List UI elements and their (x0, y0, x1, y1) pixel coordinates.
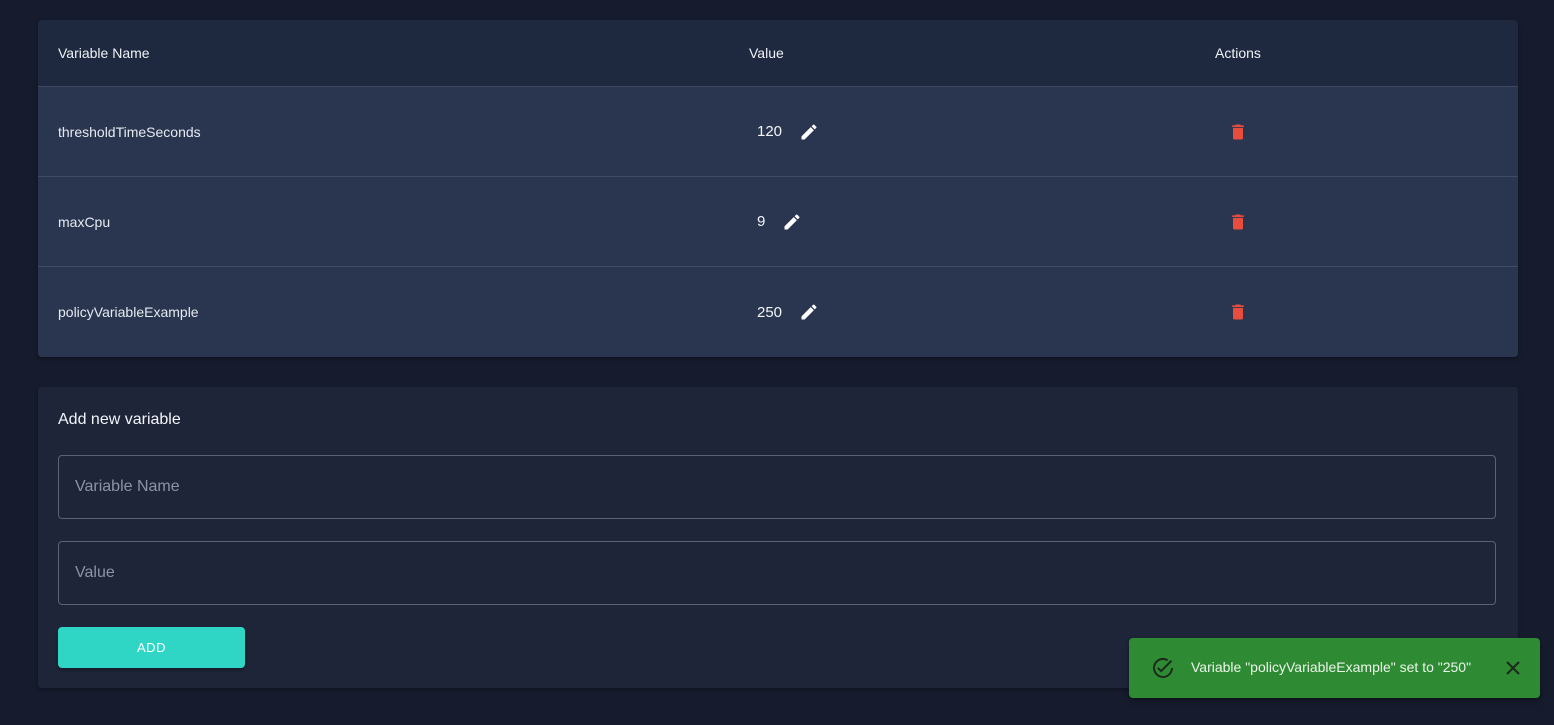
variable-name-cell: policyVariableExample (58, 304, 199, 320)
add-button[interactable]: ADD (58, 627, 245, 668)
variable-name-input[interactable] (58, 455, 1496, 519)
variable-value-cell: 120 (757, 121, 820, 143)
table-row: thresholdTimeSeconds 120 (38, 87, 1518, 177)
header-value: Value (749, 45, 784, 61)
check-circle-icon (1151, 656, 1175, 680)
trash-icon[interactable] (1227, 301, 1249, 323)
trash-icon[interactable] (1227, 211, 1249, 233)
pencil-icon[interactable] (798, 301, 820, 323)
variable-value: 9 (757, 213, 766, 230)
variable-value-input[interactable] (58, 541, 1496, 605)
table-row: policyVariableExample 250 (38, 267, 1518, 357)
header-variable-name: Variable Name (58, 45, 150, 61)
variable-name-cell: maxCpu (58, 213, 111, 230)
header-actions: Actions (1215, 45, 1261, 61)
success-toast: Variable "policyVariableExample" set to … (1129, 638, 1540, 698)
trash-icon[interactable] (1227, 121, 1249, 143)
table-header: Variable Name Value Actions (38, 20, 1518, 87)
toast-message: Variable "policyVariableExample" set to … (1191, 659, 1472, 675)
pencil-icon[interactable] (798, 121, 820, 143)
variables-table: Variable Name Value Actions thresholdTim… (38, 20, 1518, 357)
add-variable-title: Add new variable (58, 411, 181, 428)
pencil-icon[interactable] (781, 211, 803, 233)
close-icon[interactable] (1502, 657, 1524, 679)
variable-value: 120 (757, 123, 783, 140)
variable-value-cell: 9 (757, 211, 803, 233)
variable-name-cell: thresholdTimeSeconds (58, 123, 201, 140)
variable-value-cell: 250 (757, 301, 820, 323)
variable-value: 250 (757, 303, 783, 321)
table-row: maxCpu 9 (38, 177, 1518, 267)
